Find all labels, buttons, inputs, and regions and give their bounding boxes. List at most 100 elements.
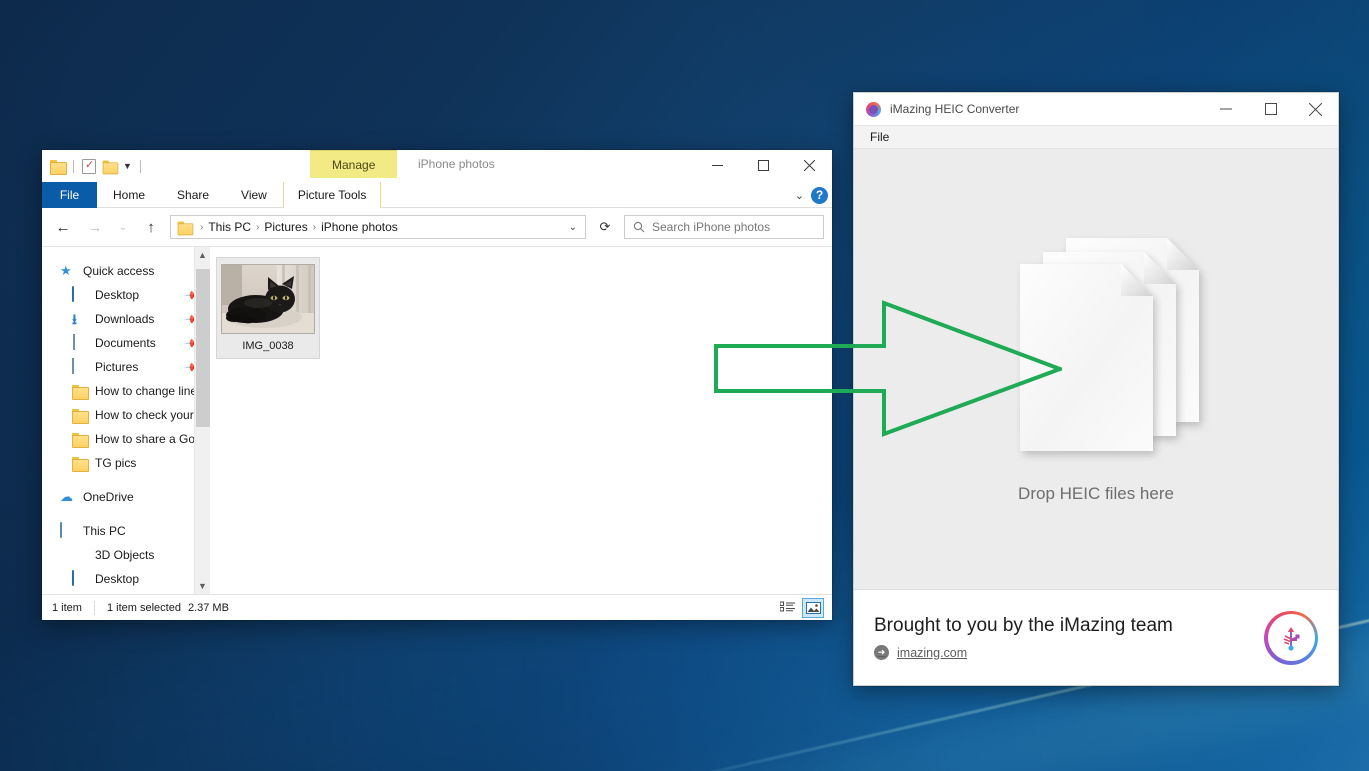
sidebar-item-tg-pics[interactable]: TG pics [42, 451, 210, 475]
sidebar-item-onedrive[interactable]: ☁ OneDrive [42, 485, 210, 509]
spacer [42, 509, 210, 519]
explorer-title-bar[interactable]: ▼ Manage iPhone photos [42, 150, 832, 182]
file-explorer-window[interactable]: ▼ Manage iPhone photos File [42, 150, 832, 620]
back-button[interactable]: ← [50, 214, 76, 240]
sidebar-item-label: Desktop [95, 288, 139, 302]
tab-picture-tools[interactable]: Picture Tools [283, 182, 381, 208]
black-cat-photo [222, 265, 315, 334]
folder-icon [72, 407, 88, 423]
drop-zone-label: Drop HEIC files here [1018, 484, 1174, 504]
desktop: ▼ Manage iPhone photos File [0, 0, 1369, 771]
maximize-button[interactable] [740, 150, 786, 180]
forward-button: → [82, 214, 108, 240]
pc-icon [60, 523, 76, 539]
drop-zone[interactable]: Drop HEIC files here [854, 149, 1338, 589]
breadcrumb-this-pc[interactable]: This PC [208, 220, 251, 234]
file-item-label: IMG_0038 [221, 340, 315, 352]
ribbon-tab-bar[interactable]: File Home Share View Picture Tools ⌄ ? [42, 182, 832, 208]
up-button[interactable]: ↑ [138, 214, 164, 240]
monitor-icon [72, 287, 88, 303]
navigation-pane-scrollbar[interactable]: ▲ ▼ [194, 247, 210, 594]
close-button[interactable] [786, 150, 832, 180]
search-icon [633, 221, 645, 233]
maximize-button[interactable] [1248, 93, 1293, 125]
status-item-count: 1 item [52, 602, 82, 614]
search-input[interactable]: Search iPhone photos [624, 215, 824, 239]
status-size: 2.37 MB [188, 602, 229, 614]
navigation-pane[interactable]: ★ Quick access Desktop 📌 ⭳ Downloads 📌 D… [42, 247, 210, 594]
sidebar-item-3d-objects[interactable]: 3D Objects [42, 543, 210, 567]
document-icon [72, 335, 88, 351]
sidebar-item-desktop[interactable]: Desktop 📌 [42, 283, 210, 307]
breadcrumb-separator[interactable]: › [255, 222, 260, 233]
folder-icon [50, 160, 65, 173]
imazing-website-link[interactable]: ➜ imazing.com [874, 645, 1254, 660]
chevron-down-icon[interactable]: ⌄ [795, 189, 804, 202]
refresh-button[interactable]: ⟳ [592, 215, 618, 239]
help-button[interactable]: ? [811, 187, 828, 204]
breadcrumb-separator: › [199, 222, 204, 233]
breadcrumb-pictures[interactable]: Pictures [264, 220, 307, 234]
imazing-heic-converter-window[interactable]: iMazing HEIC Converter File [853, 92, 1339, 686]
minimize-button[interactable] [1203, 93, 1248, 125]
explorer-window-title: iPhone photos [418, 150, 495, 178]
contextual-tab-group[interactable]: Manage [310, 150, 397, 178]
scroll-up-icon[interactable]: ▲ [195, 247, 210, 263]
manage-tab-group-label[interactable]: Manage [310, 150, 397, 178]
imazing-badge-inner [1268, 614, 1315, 661]
breadcrumb-separator[interactable]: › [312, 222, 317, 233]
customize-qat-icon[interactable]: ▼ [123, 162, 132, 171]
folder-icon [72, 455, 88, 471]
sidebar-item-pictures[interactable]: Pictures 📌 [42, 355, 210, 379]
sidebar-item-desktop-thispc[interactable]: Desktop [42, 567, 210, 591]
sidebar-item-label: Pictures [95, 360, 138, 374]
sidebar-item-how-to-change-line[interactable]: How to change line [42, 379, 210, 403]
sidebar-item-how-to-share-a-goo[interactable]: How to share a Goo [42, 427, 210, 451]
scrollbar-thumb[interactable] [196, 269, 210, 427]
divider [73, 160, 74, 173]
address-bar-row[interactable]: ← → ⌄ ↑ › This PC › Pictures › iPhone ph… [42, 208, 832, 246]
spacer [42, 475, 210, 485]
sidebar-item-documents[interactable]: Documents 📌 [42, 331, 210, 355]
download-icon: ⭳ [72, 311, 88, 327]
sidebar-item-quick-access[interactable]: ★ Quick access [42, 259, 210, 283]
view-switch-buttons[interactable] [776, 598, 832, 618]
sidebar-item-downloads[interactable]: ⭳ Downloads 📌 [42, 307, 210, 331]
details-view-button[interactable] [776, 598, 798, 618]
address-dropdown-icon[interactable]: ⌄ [569, 222, 581, 233]
explorer-window-controls[interactable] [694, 150, 832, 180]
folder-icon [72, 383, 88, 399]
sidebar-item-label: OneDrive [83, 490, 134, 504]
properties-icon[interactable] [82, 159, 96, 174]
sidebar-item-how-to-check-your-f[interactable]: How to check your F [42, 403, 210, 427]
file-item[interactable]: IMG_0038 [216, 257, 320, 359]
address-breadcrumb-bar[interactable]: › This PC › Pictures › iPhone photos ⌄ [170, 215, 586, 239]
3d-objects-icon [72, 547, 88, 563]
sidebar-item-this-pc[interactable]: This PC [42, 519, 210, 543]
thumbnail [221, 264, 315, 334]
quick-access-toolbar[interactable]: ▼ [42, 150, 143, 182]
sidebar-item-label: Desktop [95, 572, 139, 586]
imazing-title-bar[interactable]: iMazing HEIC Converter [854, 93, 1338, 125]
imazing-logo-icon [866, 102, 881, 117]
imazing-menu-bar[interactable]: File [854, 125, 1338, 149]
scroll-down-icon[interactable]: ▼ [195, 578, 210, 594]
tab-file[interactable]: File [42, 182, 97, 208]
file-list-pane[interactable]: IMG_0038 [210, 247, 832, 594]
ribbon-right-controls[interactable]: ⌄ ? [795, 182, 828, 208]
star-icon: ★ [60, 263, 76, 279]
close-button[interactable] [1293, 93, 1338, 125]
tab-share[interactable]: Share [161, 182, 225, 208]
sidebar-item-label: TG pics [95, 456, 136, 470]
sidebar-item-label: How to change line [95, 384, 197, 398]
large-icons-view-button[interactable] [802, 598, 824, 618]
breadcrumb-iphone-photos[interactable]: iPhone photos [321, 220, 398, 234]
document-stack-icon [971, 226, 1221, 476]
menu-item-file[interactable]: File [866, 130, 893, 144]
tab-view[interactable]: View [225, 182, 283, 208]
new-folder-icon[interactable] [103, 160, 117, 172]
recent-locations-icon[interactable]: ⌄ [114, 214, 132, 240]
imazing-window-controls[interactable] [1203, 93, 1338, 125]
tab-home[interactable]: Home [97, 182, 161, 208]
minimize-button[interactable] [694, 150, 740, 180]
